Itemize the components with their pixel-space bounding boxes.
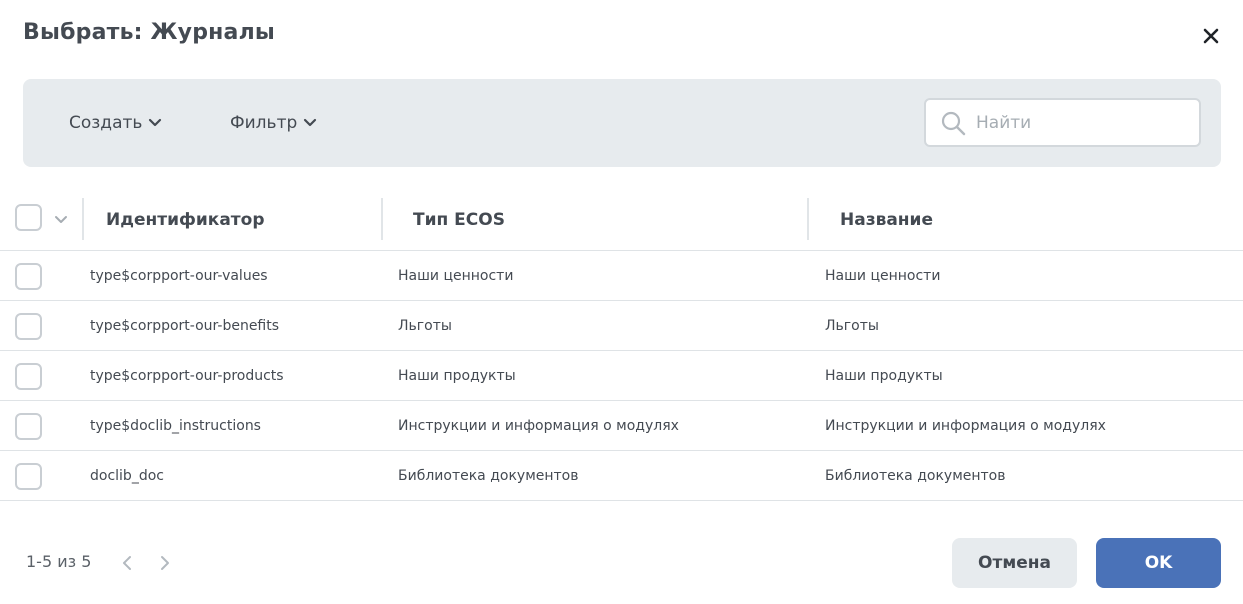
search-icon xyxy=(941,111,966,135)
create-dropdown-button[interactable]: Создать xyxy=(69,109,162,137)
cell-name: Наши ценности xyxy=(825,268,941,284)
dialog-title: Выбрать: Журналы xyxy=(23,20,276,45)
column-divider xyxy=(82,198,84,240)
toolbar: Создать Фильтр xyxy=(23,79,1221,167)
cell-name: Библиотека документов xyxy=(825,468,1006,484)
chevron-right-icon[interactable] xyxy=(158,555,172,571)
row-checkbox[interactable] xyxy=(15,313,42,340)
cell-identifier: doclib_doc xyxy=(90,468,164,484)
cell-name: Льготы xyxy=(825,318,879,334)
cancel-button[interactable]: Отмена xyxy=(952,538,1077,588)
column-header-identifier[interactable]: Идентификатор xyxy=(106,190,265,250)
close-icon xyxy=(1203,28,1219,44)
chevron-down-icon xyxy=(304,118,317,127)
select-journals-dialog: Выбрать: Журналы Создать Фильтр Найти Ид… xyxy=(0,0,1243,604)
cell-identifier: type$corpport-our-benefits xyxy=(90,318,280,334)
cell-identifier: type$corpport-our-products xyxy=(90,368,284,384)
column-header-name[interactable]: Название xyxy=(840,190,933,250)
cell-ecos-type: Льготы xyxy=(398,318,452,334)
chevron-left-icon[interactable] xyxy=(120,555,134,571)
row-checkbox[interactable] xyxy=(15,363,42,390)
row-checkbox[interactable] xyxy=(15,463,42,490)
chevron-down-icon xyxy=(149,118,162,127)
cell-ecos-type: Наши продукты xyxy=(398,368,516,384)
cell-ecos-type: Инструкции и информация о модулях xyxy=(398,418,679,434)
select-all-checkbox[interactable] xyxy=(15,204,42,231)
table-row[interactable]: type$corpport-our-values Наши ценности Н… xyxy=(0,251,1243,301)
cell-ecos-type: Наши ценности xyxy=(398,268,514,284)
row-checkbox[interactable] xyxy=(15,263,42,290)
close-button[interactable] xyxy=(1199,24,1223,48)
ok-button[interactable]: OK xyxy=(1096,538,1221,588)
cell-name: Инструкции и информация о модулях xyxy=(825,418,1106,434)
table-row[interactable]: type$corpport-our-benefits Льготы Льготы xyxy=(0,301,1243,351)
column-divider xyxy=(807,198,809,240)
cell-name: Наши продукты xyxy=(825,368,943,384)
search-input[interactable] xyxy=(976,112,1176,133)
cell-ecos-type: Библиотека документов xyxy=(398,468,579,484)
row-checkbox[interactable] xyxy=(15,413,42,440)
table-row[interactable]: type$doclib_instructions Инструкции и ин… xyxy=(0,401,1243,451)
search-field[interactable] xyxy=(924,98,1201,147)
cell-identifier: type$doclib_instructions xyxy=(90,418,261,434)
cell-identifier: type$corpport-our-values xyxy=(90,268,268,284)
table-row[interactable]: type$corpport-our-products Наши продукты… xyxy=(0,351,1243,401)
filter-label: Фильтр xyxy=(230,113,298,133)
pagination-summary: 1-5 из 5 xyxy=(26,552,92,571)
table-header: Идентификатор Тип ECOS Название xyxy=(0,190,1243,251)
column-header-ecos-type[interactable]: Тип ECOS xyxy=(413,190,505,250)
create-label: Создать xyxy=(69,113,143,133)
filter-dropdown-button[interactable]: Фильтр xyxy=(230,109,317,137)
table-row[interactable]: doclib_doc Библиотека документов Библиот… xyxy=(0,451,1243,501)
chevron-down-icon[interactable] xyxy=(53,212,69,228)
column-divider xyxy=(381,198,383,240)
